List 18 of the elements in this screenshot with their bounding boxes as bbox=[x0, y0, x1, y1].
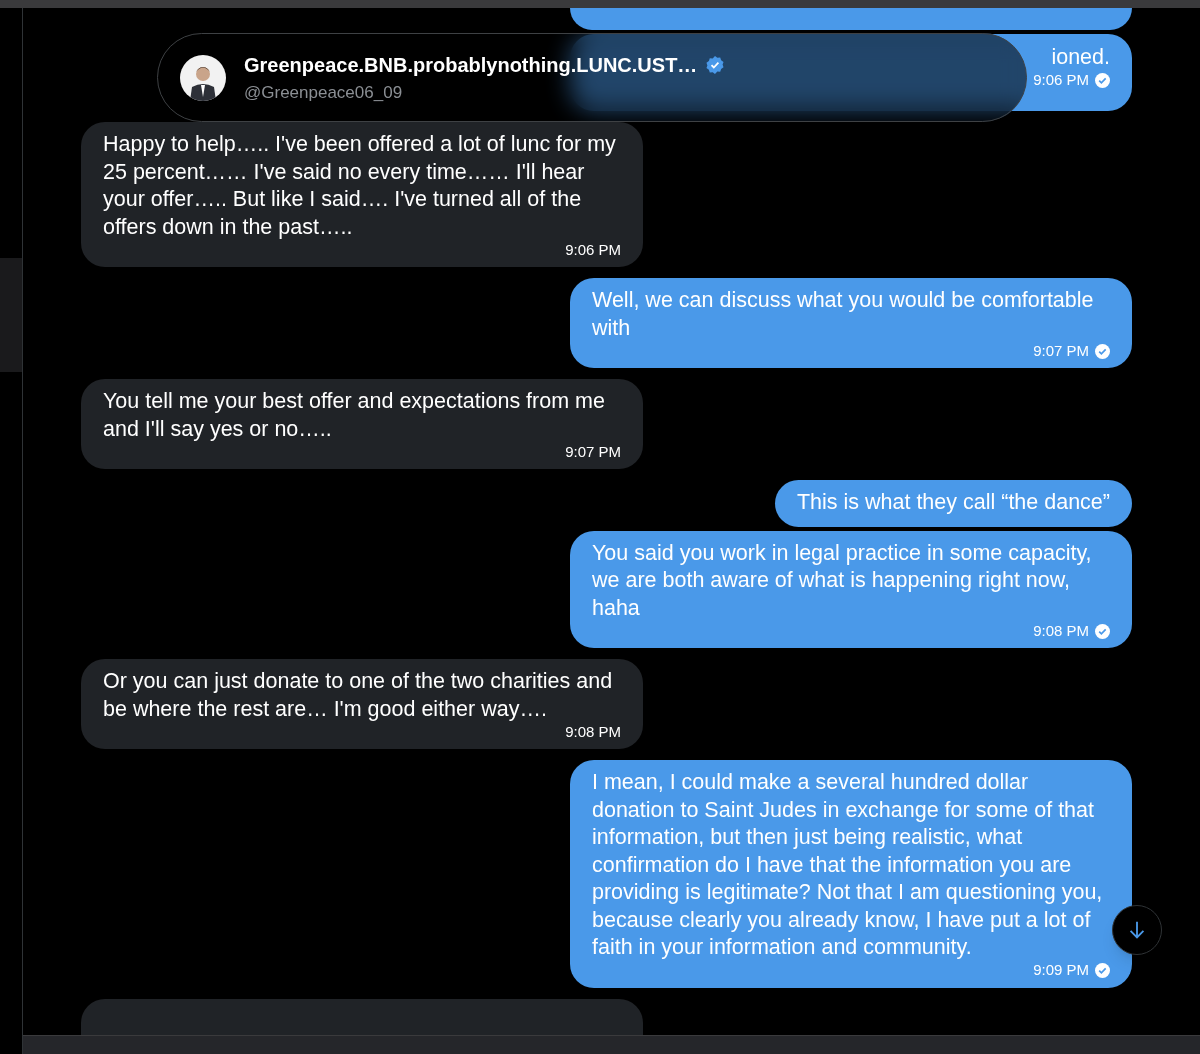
message-text: Happy to help….. I've been offered a lot of lunc for my 25 percent…… I've said no every time…… I'll hear your offer….. But like I said…. I've turned all of the offers down in the past….. bbox=[103, 131, 617, 241]
message-text: You tell me your best offer and expectations from me and I'll say yes or no….. bbox=[103, 388, 606, 443]
message-text: You said you work in legal practice in some capacity, we are both aware of what is happening right now, haha bbox=[592, 539, 1093, 622]
message-text: Or you can just donate to one of the two charities and be where the rest are… I'm good either way…. bbox=[103, 668, 614, 723]
message-text: ioned. bbox=[1051, 44, 1110, 71]
message-text: This is what they call “the dance” bbox=[796, 489, 1110, 516]
profile-handle: @Greenpeace06_09 bbox=[244, 81, 404, 104]
message-time: 9:08 PM bbox=[1033, 620, 1089, 641]
message-time: 9:07 PM bbox=[565, 441, 621, 462]
message-time: 9:06 PM bbox=[565, 239, 621, 260]
message-time: 9:09 PM bbox=[1033, 960, 1089, 981]
message-time: 9:08 PM bbox=[565, 721, 621, 742]
profile-name: Greenpeace.BNB.probablynothing.LUNC.UST… bbox=[244, 52, 698, 78]
message-time: 9:06 PM bbox=[1033, 70, 1089, 91]
profile-header[interactable]: Greenpeace.BNB.probablynothing.LUNC.UST… @Greenpeace06_09 bbox=[157, 33, 1027, 122]
message-text: I mean, I could make a several hundred dollar donation to Saint Judes in exchange for some of that information, but then just being realistic, what confirmation do I have that the information you are providing is legitimate? Not that I am questioning you, because clearly you already know, I have put a lot of faith in your information and community. bbox=[592, 769, 1104, 961]
message-text: Well, we can discuss what you would be comfortable with bbox=[592, 287, 1095, 342]
message-time: 9:07 PM bbox=[1033, 340, 1089, 361]
